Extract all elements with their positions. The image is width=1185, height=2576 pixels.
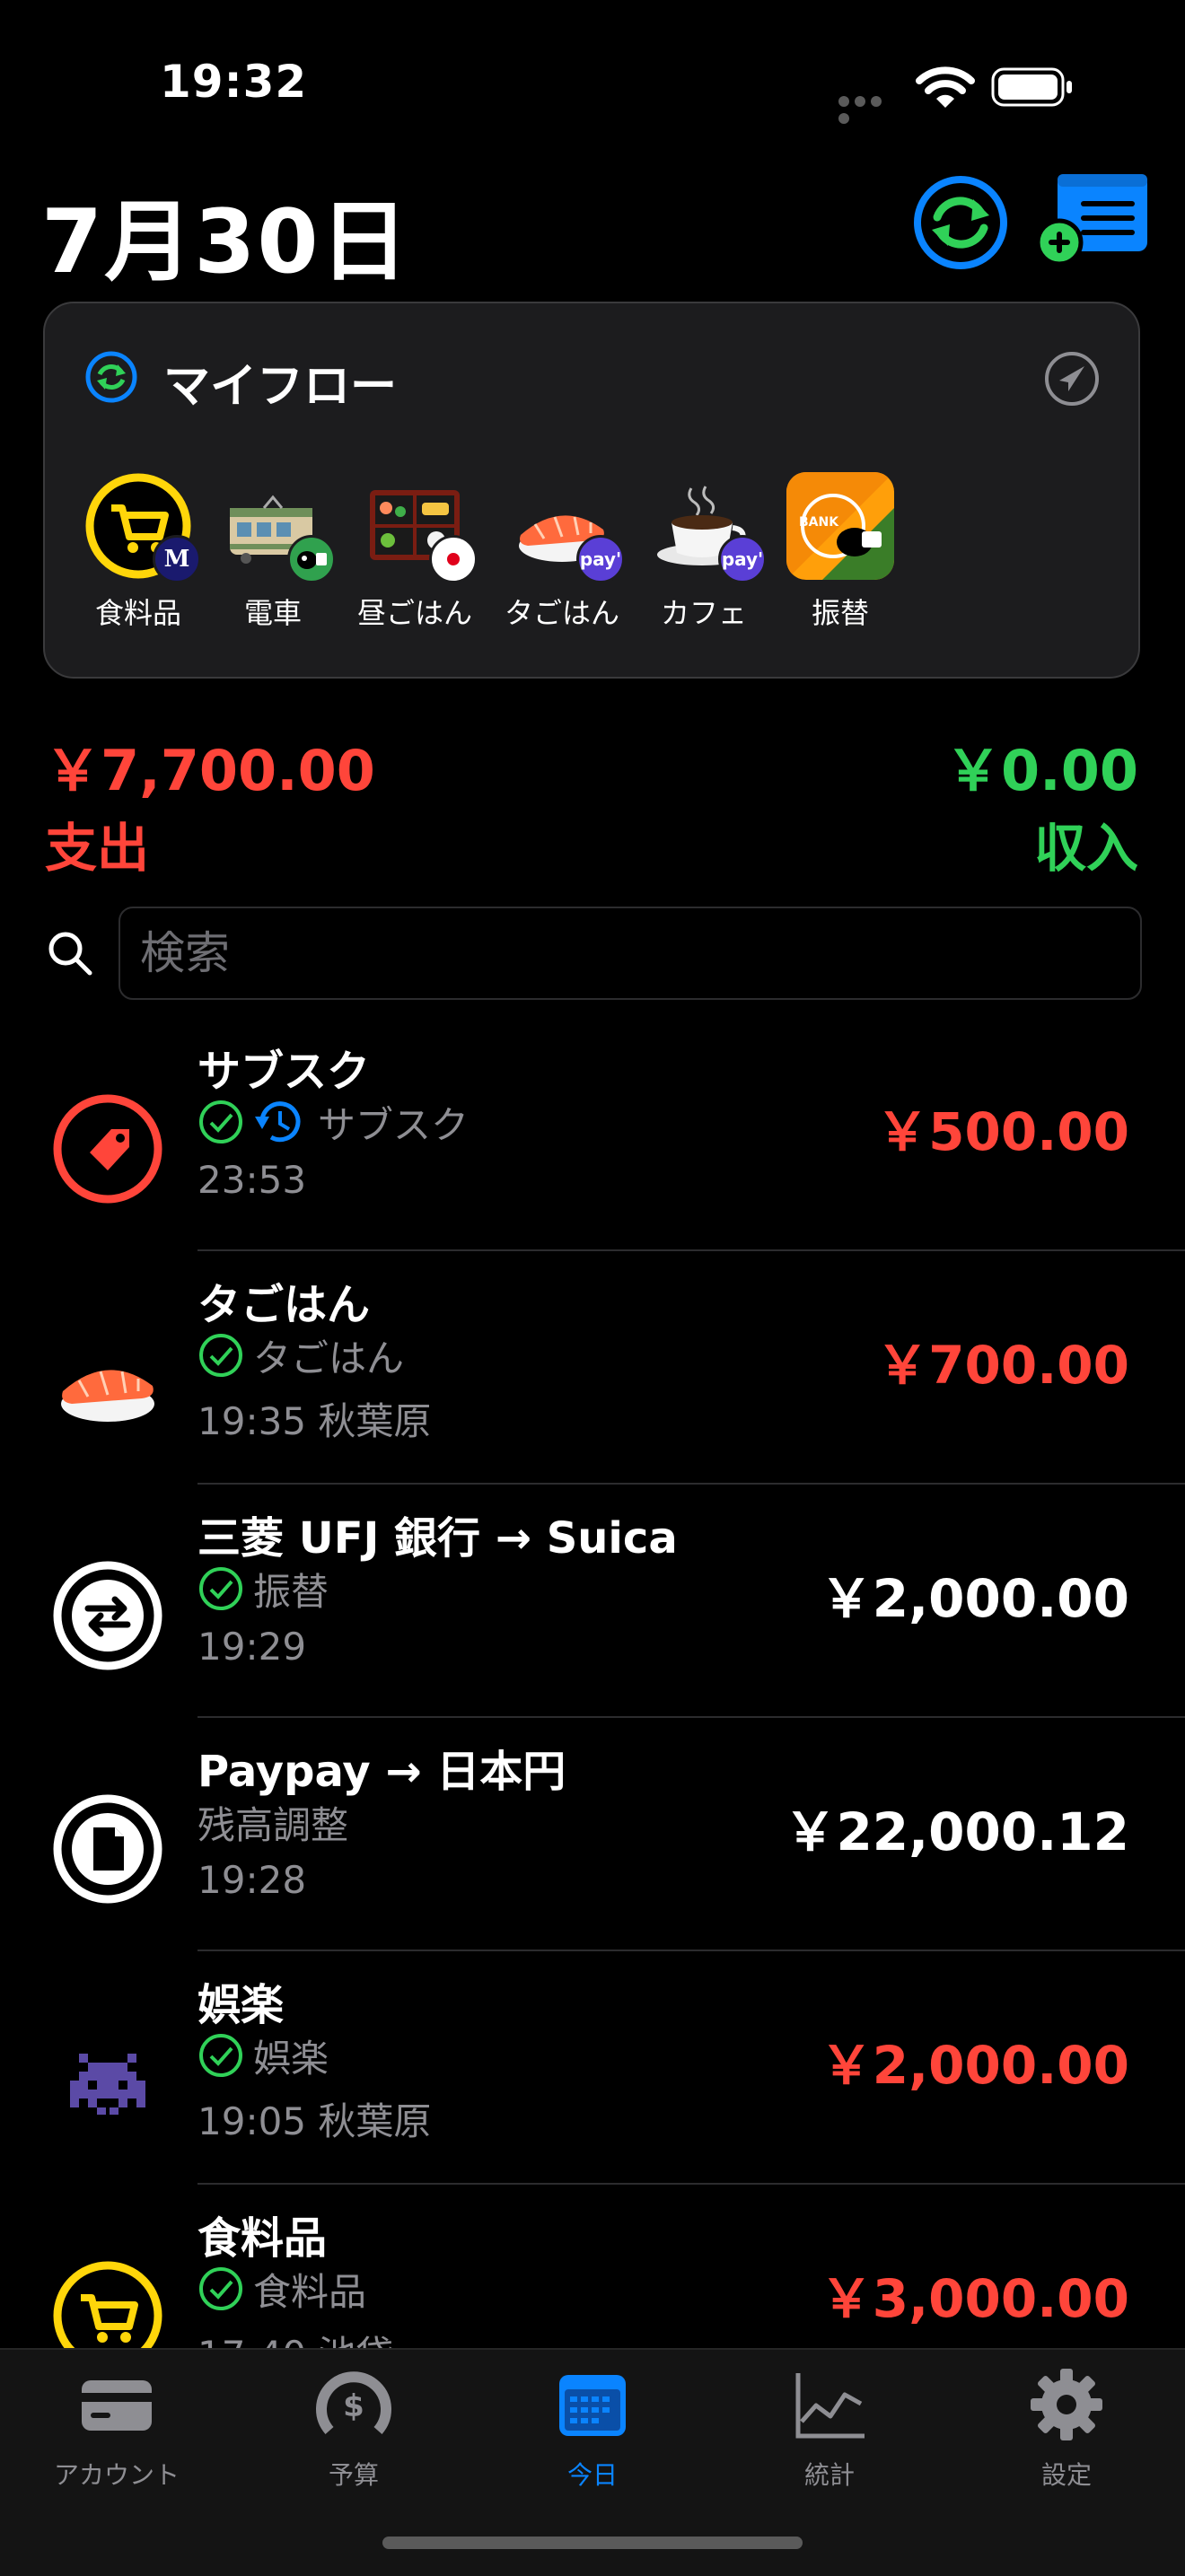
check-circle-icon xyxy=(199,1567,242,1610)
transaction-row[interactable]: 三菱 UFJ 銀行 → Suica 振替 19:29 ￥2,000.00 xyxy=(0,1485,1185,1718)
flow-item-label: 振替 xyxy=(811,596,869,630)
transaction-name: 娯楽 xyxy=(198,1980,285,2030)
tab-stats[interactable]: 統計 xyxy=(740,2364,919,2492)
tab-label: アカウント xyxy=(53,2460,180,2490)
transaction-name: 三菱 UFJ 銀行 → Suica xyxy=(198,1513,678,1564)
transaction-name: タごはん xyxy=(198,1280,371,1330)
recurring-icon xyxy=(255,1101,301,1143)
transaction-time: 19:05 秋葉原 xyxy=(198,2099,432,2143)
flow-item-groceries[interactable]: M 食料品 xyxy=(66,472,210,632)
expense-label: 支出 xyxy=(45,818,150,879)
page-title: 7月30日 xyxy=(41,191,410,294)
search-input[interactable] xyxy=(118,907,1142,1000)
svg-text:$: $ xyxy=(343,2388,364,2424)
income-label: 収入 xyxy=(1033,818,1138,879)
tab-label: 今日 xyxy=(566,2460,618,2490)
check-circle-icon xyxy=(199,1100,242,1143)
status-time: 19:32 xyxy=(160,56,308,108)
flow-item-cafe[interactable]: pay' カフェ xyxy=(632,472,776,632)
sushi-icon xyxy=(61,1370,154,1422)
transaction-category: 残高調整 xyxy=(198,1802,349,1847)
ic-card-badge xyxy=(287,535,336,583)
card-icon xyxy=(82,2380,152,2431)
transaction-row[interactable]: サブスク サブスク 23:53 ￥500.00 xyxy=(0,1018,1185,1251)
search-icon xyxy=(48,932,92,976)
check-circle-icon xyxy=(199,2267,242,2310)
transaction-amount: ￥700.00 xyxy=(876,1335,1129,1396)
tag-icon xyxy=(53,1094,162,1204)
transaction-category: 振替 xyxy=(253,1569,329,1614)
tab-label: 統計 xyxy=(803,2460,855,2490)
flow-item-label: 食料品 xyxy=(94,596,181,630)
flow-item-label: 電車 xyxy=(243,596,302,630)
home-indicator[interactable] xyxy=(382,2537,803,2549)
tab-accounts[interactable]: アカウント xyxy=(27,2364,206,2492)
transaction-row[interactable]: タごはん タごはん 19:35 秋葉原 ￥700.00 xyxy=(0,1251,1185,1485)
transaction-amount: ￥2,000.00 xyxy=(820,1568,1129,1629)
transaction-time: 23:53 xyxy=(198,1158,307,1202)
chart-icon xyxy=(795,2373,865,2439)
flow-item-lunch[interactable]: 昼ごはん xyxy=(343,472,487,632)
location-arrow-icon[interactable] xyxy=(1043,350,1101,407)
battery-icon xyxy=(991,67,1072,107)
document-icon xyxy=(53,1794,162,1904)
tab-label: 設定 xyxy=(1040,2460,1092,2490)
transaction-category: 食料品 xyxy=(253,2269,367,2314)
transaction-row[interactable]: Paypay → 日本円 残高調整 19:28 ￥22,000.12 xyxy=(0,1718,1185,1951)
transaction-amount: ￥22,000.12 xyxy=(784,1801,1129,1862)
transaction-time: 19:28 xyxy=(198,1858,307,1902)
flow-item-label: カフェ xyxy=(660,596,747,630)
tab-label: 予算 xyxy=(328,2460,379,2490)
flow-item-dinner[interactable]: pay' タごはん xyxy=(490,472,634,632)
income-total: ￥0.00 xyxy=(945,738,1138,803)
transfer-icon xyxy=(53,1561,162,1670)
flow-sync-icon xyxy=(85,351,137,403)
transaction-name: 食料品 xyxy=(198,2213,328,2264)
transaction-category: サブスク xyxy=(318,1102,470,1147)
space-invader-icon xyxy=(70,2054,145,2115)
expense-total: ￥7,700.00 xyxy=(45,738,375,803)
tab-budget[interactable]: $ 予算 xyxy=(264,2364,443,2492)
sync-button[interactable] xyxy=(910,172,1054,316)
transaction-amount: ￥2,000.00 xyxy=(820,2035,1129,2096)
transaction-time: 19:35 秋葉原 xyxy=(198,1399,432,1443)
transaction-name: サブスク xyxy=(198,1047,371,1097)
add-transaction-button[interactable] xyxy=(1034,171,1151,269)
tab-today[interactable]: 今日 xyxy=(503,2364,682,2492)
check-circle-icon xyxy=(199,1334,242,1377)
transaction-category: タごはん xyxy=(253,1336,405,1380)
calendar-icon xyxy=(559,2375,626,2436)
cellular-dots-icon xyxy=(838,93,901,124)
merchant-badge: M xyxy=(153,535,201,583)
flow-item-train[interactable]: 電車 xyxy=(201,472,345,632)
paypay-badge: pay' xyxy=(718,535,767,583)
transaction-amount: ￥3,000.00 xyxy=(820,2268,1129,2329)
flow-item-label: 昼ごはん xyxy=(356,596,472,630)
wifi-icon xyxy=(916,66,975,108)
transaction-name: Paypay → 日本円 xyxy=(198,1747,566,1797)
flag-badge xyxy=(429,535,478,583)
transaction-category: 娯楽 xyxy=(253,2036,329,2081)
my-flow-title: マイフロー xyxy=(163,360,398,414)
check-circle-icon xyxy=(199,2034,242,2077)
bank-label: BANK xyxy=(799,515,839,530)
tab-settings[interactable]: 設定 xyxy=(977,2364,1156,2492)
paypay-badge: pay' xyxy=(576,535,625,583)
transaction-time: 19:29 xyxy=(198,1625,307,1669)
gear-icon xyxy=(1031,2369,1102,2440)
gauge-icon: $ xyxy=(316,2371,391,2434)
transaction-row[interactable]: 娯楽 娯楽 19:05 秋葉原 ￥2,000.00 xyxy=(0,1951,1185,2185)
flow-item-transfer[interactable]: BANK 振替 xyxy=(768,472,912,632)
transaction-amount: ￥500.00 xyxy=(876,1101,1129,1162)
flow-item-label: タごはん xyxy=(504,596,619,630)
